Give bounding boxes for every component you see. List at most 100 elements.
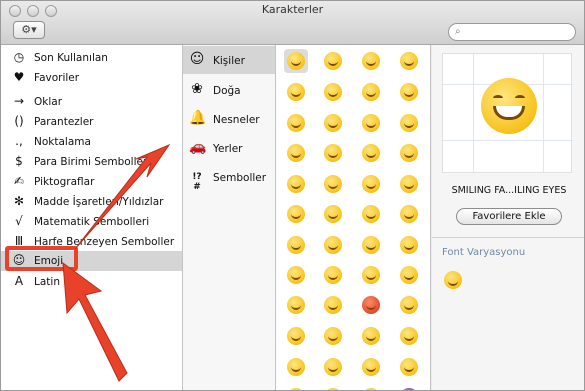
emoji-cell[interactable] — [321, 172, 345, 196]
category-latin[interactable]: A Latin — [1, 272, 182, 292]
emoji-face-icon — [287, 83, 305, 101]
emoji-cell[interactable] — [397, 233, 421, 257]
category-label: Parantezler — [34, 116, 94, 128]
emoji-cell[interactable] — [397, 324, 421, 348]
emoji-cell[interactable] — [321, 385, 345, 390]
category-pictographs[interactable]: ✍ Piktograflar — [1, 172, 182, 192]
divider — [432, 237, 584, 238]
subcategory-label: Kişiler — [213, 55, 245, 67]
emoji-cell[interactable] — [397, 202, 421, 226]
emoji-cell[interactable] — [321, 263, 345, 287]
add-to-favorites-button[interactable]: Favorilere Ekle — [456, 208, 562, 225]
category-currency[interactable]: $ Para Birimi Sembolleri — [1, 152, 182, 172]
window-title: Karakterler — [261, 3, 324, 16]
emoji-cell[interactable] — [321, 141, 345, 165]
category-arrows[interactable]: → Oklar — [1, 92, 182, 112]
emoji-cell[interactable] — [321, 202, 345, 226]
emoji-face-icon — [287, 266, 305, 284]
category-math[interactable]: √ Matematik Sembolleri — [1, 212, 182, 232]
emoji-cell[interactable] — [321, 293, 345, 317]
emoji-cell[interactable] — [359, 324, 383, 348]
emoji-cell[interactable] — [284, 111, 308, 135]
emoji-face-icon — [324, 358, 342, 376]
emoji-face-icon — [324, 83, 342, 101]
emoji-cell[interactable] — [397, 355, 421, 379]
subcategory-places[interactable]: 🚗 Yerler — [183, 134, 275, 162]
emoji-face-icon — [287, 144, 305, 162]
category-favorites[interactable]: ♥ Favoriler — [1, 68, 182, 88]
emoji-cell[interactable] — [359, 141, 383, 165]
bell-icon: 🔔 — [189, 110, 207, 126]
clock-icon: ◷ — [13, 50, 25, 64]
emoji-face-icon — [362, 175, 380, 193]
emoji-cell[interactable] — [397, 172, 421, 196]
emoji-face-icon — [400, 236, 418, 254]
emoji-face-icon — [362, 327, 380, 345]
emoji-cell[interactable] — [397, 80, 421, 104]
subcategory-label: Doğa — [213, 85, 241, 97]
emoji-cell[interactable] — [397, 111, 421, 135]
category-label: Madde İşaretleri/Yıldızlar — [34, 196, 164, 208]
emoji-cell[interactable] — [321, 355, 345, 379]
emoji-cell[interactable] — [284, 385, 308, 390]
action-menu-button[interactable]: ⚙▾ — [13, 21, 45, 39]
emoji-face-icon — [362, 52, 380, 70]
emoji-cell[interactable] — [359, 355, 383, 379]
emoji-cell[interactable] — [284, 202, 308, 226]
emoji-cell[interactable] — [321, 233, 345, 257]
emoji-cell[interactable] — [284, 233, 308, 257]
emoji-face-icon — [362, 236, 380, 254]
emoji-face-icon — [362, 358, 380, 376]
emoji-cell[interactable] — [359, 172, 383, 196]
emoji-cell[interactable] — [284, 293, 308, 317]
emoji-cell[interactable] — [359, 263, 383, 287]
emoji-cell[interactable] — [359, 385, 383, 390]
font-variant-smiley-icon[interactable] — [444, 271, 462, 289]
search-input[interactable]: ⌕ — [448, 23, 576, 41]
emoji-cell[interactable] — [397, 263, 421, 287]
emoji-cell[interactable] — [321, 111, 345, 135]
emoji-cell[interactable] — [397, 293, 421, 317]
emoji-cell[interactable] — [359, 111, 383, 135]
emoji-cell[interactable] — [321, 80, 345, 104]
emoji-cell[interactable] — [359, 293, 383, 317]
emoji-cell[interactable] — [397, 385, 421, 390]
emoji-cell[interactable] — [359, 49, 383, 73]
category-recent[interactable]: ◷ Son Kullanılan — [1, 48, 182, 68]
square-root-icon: √ — [15, 214, 23, 228]
emoji-cell[interactable] — [284, 324, 308, 348]
emoji-cell[interactable] — [359, 202, 383, 226]
emoji-cell[interactable] — [359, 80, 383, 104]
subcategory-label: Yerler — [213, 143, 243, 155]
emoji-cell[interactable] — [397, 49, 421, 73]
emoji-cell[interactable] — [284, 172, 308, 196]
emoji-face-icon — [362, 83, 380, 101]
emoji-cell[interactable] — [284, 141, 308, 165]
emoji-cell[interactable] — [397, 141, 421, 165]
subcategory-objects[interactable]: 🔔 Nesneler — [183, 105, 275, 133]
emoji-cell[interactable] — [321, 49, 345, 73]
pictograph-icon: ✍ — [13, 174, 25, 188]
emoji-face-icon — [324, 266, 342, 284]
emoji-face-icon — [324, 114, 342, 132]
category-bullets-stars[interactable]: ✻ Madde İşaretleri/Yıldızlar — [1, 192, 182, 212]
emoji-cell[interactable] — [359, 233, 383, 257]
emoji-cell[interactable] — [284, 263, 308, 287]
heart-icon: ♥ — [13, 70, 25, 84]
characters-window: Karakterler ⚙▾ ⌕ ◷ Son Kullanılan ♥ Favo… — [0, 0, 585, 391]
category-label: Latin — [34, 276, 60, 288]
emoji-cell[interactable] — [321, 324, 345, 348]
emoji-cell[interactable] — [284, 80, 308, 104]
emoji-face-icon — [400, 266, 418, 284]
asterisk-icon: ✻ — [13, 194, 25, 208]
subcategory-nature[interactable]: ❀ Doğa — [183, 76, 275, 104]
category-punctuation[interactable]: ., Noktalama — [1, 132, 182, 152]
subcategory-symbols[interactable]: !?# Semboller — [183, 163, 275, 192]
character-name: SMILING FA...ILING EYES — [451, 185, 567, 196]
emoji-face-icon — [362, 205, 380, 223]
emoji-face-icon — [324, 205, 342, 223]
category-brackets[interactable]: () Parantezler — [1, 112, 182, 132]
emoji-cell[interactable] — [284, 49, 308, 73]
subcategory-people[interactable]: ☺ Kişiler — [183, 46, 275, 74]
emoji-cell[interactable] — [284, 355, 308, 379]
